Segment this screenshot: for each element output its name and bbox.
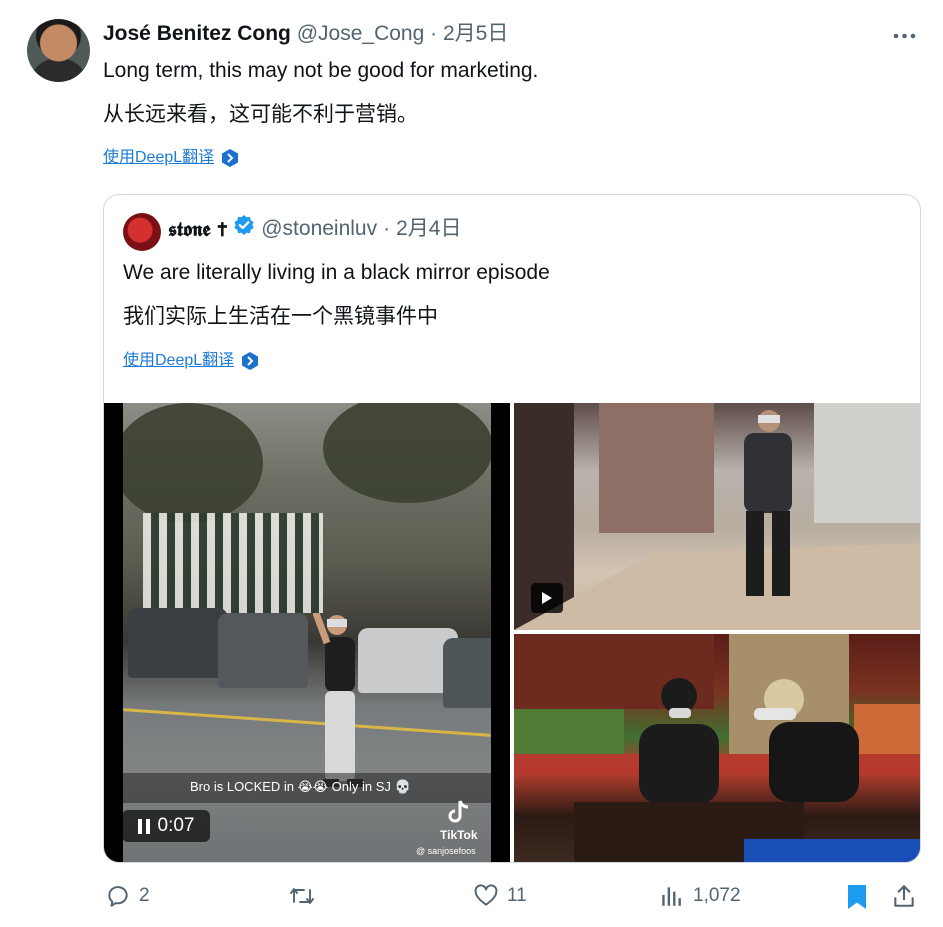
bookmark-filled-icon bbox=[848, 885, 866, 909]
tiktok-label: TikTok bbox=[440, 828, 478, 842]
quoted-translate-label[interactable]: 使用DeepL翻译 bbox=[123, 351, 234, 371]
pause-icon[interactable] bbox=[137, 818, 150, 834]
quoted-tweet-card[interactable]: 𝖘𝖙𝖔𝖓𝖊 ✝ @stoneinluv · 2月4日 We are litera… bbox=[103, 194, 921, 863]
deepl-icon bbox=[240, 351, 260, 371]
share-button[interactable] bbox=[891, 883, 917, 909]
reply-icon bbox=[108, 886, 128, 907]
heart-icon bbox=[474, 884, 498, 906]
quoted-translate-link[interactable]: 使用DeepL翻译 bbox=[123, 351, 260, 371]
views-chart-icon bbox=[662, 887, 681, 906]
more-horizontal-icon[interactable] bbox=[890, 23, 920, 47]
verified-badge-icon bbox=[233, 214, 255, 244]
video-player[interactable]: Bro is LOCKED in 😭😭 Only in SJ 💀 TikTok … bbox=[104, 403, 510, 862]
translate-label[interactable]: 使用DeepL翻译 bbox=[103, 148, 214, 168]
quoted-tweet-date[interactable]: 2月4日 bbox=[396, 215, 461, 243]
retweet-button[interactable] bbox=[288, 883, 324, 909]
restaurant-scene bbox=[514, 634, 920, 862]
image-restaurant[interactable] bbox=[514, 634, 920, 862]
quoted-author-name[interactable]: 𝖘𝖙𝖔𝖓𝖊 ✝ bbox=[168, 215, 227, 243]
video-time: 0:07 bbox=[157, 815, 195, 836]
bookmark-button[interactable] bbox=[845, 883, 869, 911]
tiktok-username: @ sanjosefoos bbox=[416, 846, 476, 856]
video-timer[interactable]: 0:07 bbox=[122, 810, 210, 842]
like-button[interactable]: 11 bbox=[473, 883, 527, 909]
author-handle[interactable]: @Jose_Cong bbox=[297, 22, 425, 45]
reply-count: 2 bbox=[139, 885, 150, 906]
reply-button[interactable]: 2 bbox=[105, 883, 150, 909]
tweet-header: José Benitez Cong @Jose_Cong · 2月5日 bbox=[103, 20, 508, 48]
tiktok-icon bbox=[448, 800, 468, 823]
play-button[interactable] bbox=[531, 583, 563, 613]
mall-scene bbox=[514, 403, 920, 630]
road-line bbox=[123, 708, 491, 737]
author-name[interactable]: José Benitez Cong bbox=[103, 22, 291, 45]
author-avatar[interactable] bbox=[27, 19, 90, 82]
translate-link[interactable]: 使用DeepL翻译 bbox=[103, 148, 240, 168]
share-icon bbox=[894, 885, 914, 907]
like-count: 11 bbox=[507, 885, 527, 906]
separator-dot: · bbox=[430, 22, 438, 45]
views-button[interactable]: 1,072 bbox=[659, 883, 741, 909]
action-bar: 2 11 1,072 bbox=[0, 880, 943, 914]
quoted-author-avatar[interactable] bbox=[123, 213, 161, 251]
retweet-icon bbox=[290, 888, 314, 904]
video-caption: Bro is LOCKED in 😭😭 Only in SJ 💀 bbox=[190, 779, 411, 794]
tree-shape bbox=[323, 403, 491, 503]
video-thumbnail-mall[interactable] bbox=[514, 403, 920, 630]
quoted-text-zh: 我们实际上生活在一个黑镜事件中 bbox=[123, 305, 438, 328]
media-grid: Bro is LOCKED in 😭😭 Only in SJ 💀 TikTok … bbox=[104, 403, 920, 862]
car-shape bbox=[443, 638, 491, 708]
tree-shape bbox=[123, 403, 263, 523]
car-shape bbox=[128, 608, 228, 678]
quoted-separator-dot: · bbox=[383, 217, 391, 240]
tiktok-watermark: TikTok bbox=[440, 799, 478, 842]
view-count: 1,072 bbox=[693, 885, 741, 906]
tweet-text-zh: 从长远来看，这可能不利于营销。 bbox=[103, 103, 418, 126]
tweet-text-en: Long term, this may not be good for mark… bbox=[103, 59, 539, 82]
tweet-date[interactable]: 2月5日 bbox=[443, 22, 508, 45]
quoted-tweet-header: 𝖘𝖙𝖔𝖓𝖊 ✝ @stoneinluv · 2月4日 bbox=[168, 214, 461, 244]
car-shape bbox=[218, 613, 308, 688]
deepl-icon bbox=[220, 148, 240, 168]
storefront-shape bbox=[143, 513, 323, 613]
play-icon bbox=[542, 592, 552, 604]
quoted-text-en: We are literally living in a black mirro… bbox=[123, 261, 550, 284]
quoted-author-handle[interactable]: @stoneinluv bbox=[261, 215, 377, 243]
